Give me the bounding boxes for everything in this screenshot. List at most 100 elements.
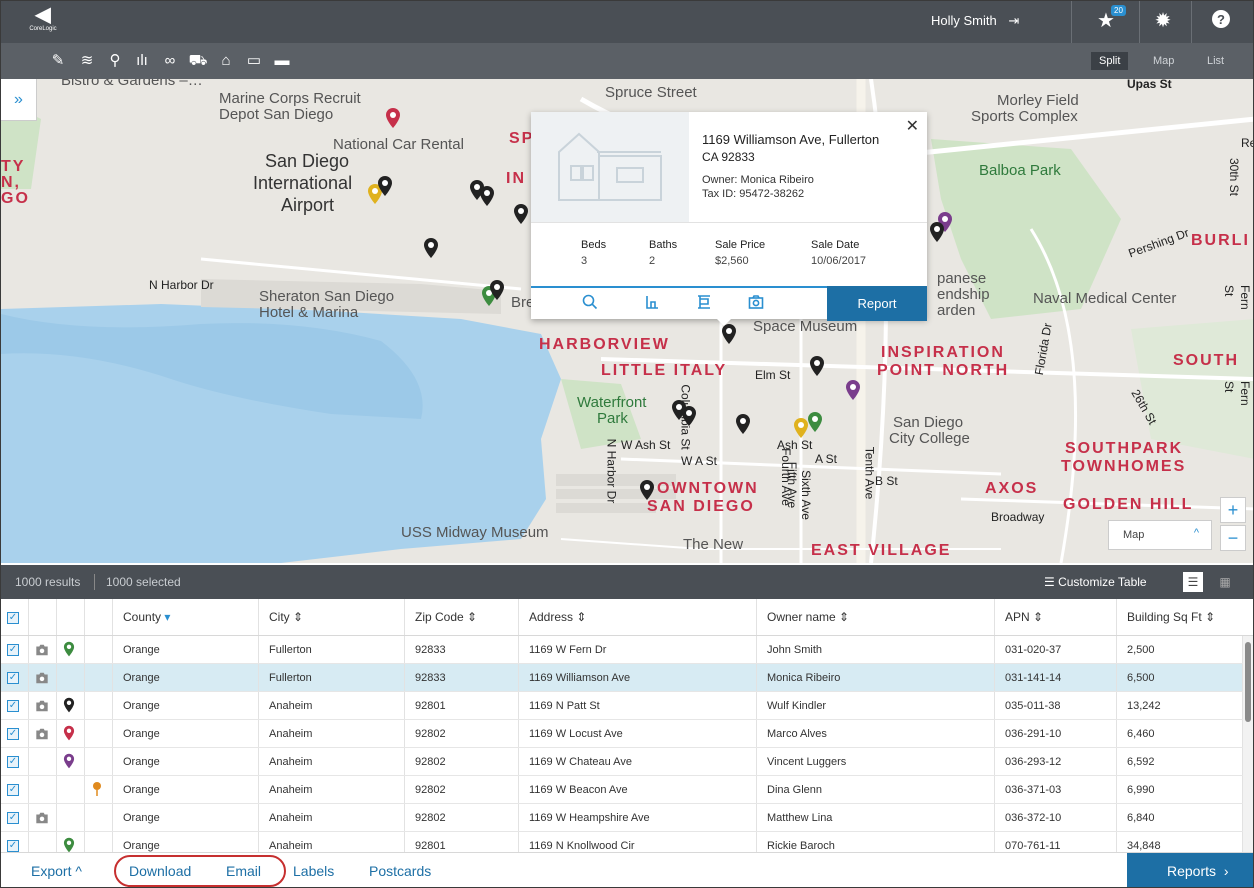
flag-icon[interactable] xyxy=(693,294,715,314)
pin-icon[interactable]: ⚲ xyxy=(102,49,128,73)
camera-col xyxy=(29,720,57,747)
camera-icon[interactable] xyxy=(35,671,49,685)
map-pin[interactable] xyxy=(513,203,529,225)
header-city[interactable]: City ⇕ xyxy=(259,599,405,635)
layers-icon[interactable]: ≋ xyxy=(74,49,100,73)
map-label: City College xyxy=(889,430,970,447)
header-address[interactable]: Address ⇕ xyxy=(519,599,757,635)
map-view[interactable]: » Bistro & Gardens –… Marine Corps Recru… xyxy=(1,79,1253,563)
table-row[interactable]: ✓ Orange Fullerton 92833 1169 Williamson Ave… xyxy=(1,664,1243,692)
row-checkbox[interactable]: ✓ xyxy=(1,804,29,831)
map-pin[interactable] xyxy=(721,323,737,345)
header-building-sqft[interactable]: Building Sq Ft ⇕ xyxy=(1117,599,1253,635)
map-type-select[interactable]: Map ^ xyxy=(1108,520,1212,550)
report-button[interactable]: Report xyxy=(827,286,927,321)
pencil-icon[interactable]: ✎ xyxy=(45,49,71,73)
map-pin-icon[interactable] xyxy=(63,641,75,657)
row-checkbox[interactable]: ✓ xyxy=(1,832,29,852)
popup-owner: Owner: Monica Ribeiro xyxy=(702,174,814,186)
header-county[interactable]: County ▾ xyxy=(113,599,259,635)
map-pin[interactable] xyxy=(809,355,825,377)
table-row[interactable]: ✓ Orange Anaheim 92801 1169 N Knollwood Cir R… xyxy=(1,832,1243,852)
map-compare-icon[interactable]: ⌂ xyxy=(213,49,239,73)
map-pin-icon[interactable] xyxy=(63,753,75,769)
export-menu-button[interactable]: Export ^ xyxy=(31,863,82,879)
ruler-icon[interactable]: ▬ xyxy=(269,49,295,73)
comment-icon[interactable]: ▭ xyxy=(241,49,267,73)
list-view-icon[interactable]: ☰ xyxy=(1183,572,1203,592)
map-label: A St xyxy=(815,452,838,466)
user-menu[interactable]: Holly Smith ⇥ xyxy=(931,13,1019,29)
map-pin[interactable] xyxy=(479,185,495,207)
map-pin-icon[interactable] xyxy=(63,697,75,713)
row-checkbox[interactable]: ✓ xyxy=(1,776,29,803)
table-row[interactable]: ✓ Orange Anaheim 92801 1169 N Patt St Wulf Ki… xyxy=(1,692,1243,720)
zoom-in-button[interactable]: + xyxy=(1220,497,1246,523)
map-pin-icon[interactable] xyxy=(63,725,75,741)
table-scrollbar[interactable] xyxy=(1243,636,1253,852)
map-pin[interactable] xyxy=(377,175,393,197)
map-pin[interactable] xyxy=(385,107,401,129)
email-link[interactable]: Email xyxy=(226,863,261,879)
map-pin[interactable] xyxy=(735,413,751,435)
header-owner[interactable]: Owner name ⇕ xyxy=(757,599,995,635)
select-all-checkbox[interactable]: ✓ xyxy=(1,599,29,635)
map-pin[interactable] xyxy=(681,405,697,427)
table-row[interactable]: ✓ Orange Anaheim 92802 1169 W Heampshire Ave… xyxy=(1,804,1243,832)
row-checkbox[interactable]: ✓ xyxy=(1,720,29,747)
flag-col xyxy=(85,720,113,747)
map-pin[interactable] xyxy=(423,237,439,259)
pushpin-icon[interactable] xyxy=(91,781,103,797)
header-zip[interactable]: Zip Code ⇕ xyxy=(405,599,519,635)
stat-baths: Baths 2 xyxy=(649,239,677,267)
search-icon[interactable] xyxy=(579,294,601,314)
tab-split[interactable]: Split xyxy=(1091,52,1129,70)
map-label: Sixth Ave xyxy=(798,470,813,520)
map-pin[interactable] xyxy=(807,411,823,433)
scrollbar-thumb[interactable] xyxy=(1245,642,1251,722)
row-checkbox[interactable]: ✓ xyxy=(1,692,29,719)
gear-icon[interactable]: ✹ xyxy=(1151,9,1175,33)
camera-icon[interactable] xyxy=(35,811,49,825)
zoom-out-button[interactable]: − xyxy=(1220,525,1246,551)
binoculars-icon[interactable]: ∞ xyxy=(157,49,183,73)
download-link[interactable]: Download xyxy=(129,863,191,879)
map-pin-icon[interactable] xyxy=(63,837,75,852)
map-pin[interactable] xyxy=(845,379,861,401)
camera-icon[interactable] xyxy=(745,294,767,314)
map-pin[interactable] xyxy=(929,221,945,243)
camera-icon[interactable] xyxy=(35,699,49,713)
postcards-link[interactable]: Postcards xyxy=(369,863,431,879)
cell-city: Anaheim xyxy=(259,692,405,719)
cell-city: Anaheim xyxy=(259,832,405,852)
help-icon[interactable]: ? xyxy=(1209,9,1233,33)
car-icon[interactable]: ⛟ xyxy=(185,49,211,73)
chart-icon[interactable]: ılı xyxy=(129,49,155,73)
grid-view-icon[interactable]: ▦ xyxy=(1215,572,1235,592)
logout-icon[interactable]: ⇥ xyxy=(1008,13,1019,28)
tab-map[interactable]: Map xyxy=(1145,52,1182,70)
camera-icon[interactable] xyxy=(35,727,49,741)
popup-address-line2: CA 92833 xyxy=(702,150,755,164)
camera-icon[interactable] xyxy=(35,643,49,657)
flag-col xyxy=(85,748,113,775)
tab-list[interactable]: List xyxy=(1199,52,1232,70)
labels-link[interactable]: Labels xyxy=(293,863,334,879)
header-apn[interactable]: APN ⇕ xyxy=(995,599,1117,635)
row-checkbox[interactable]: ✓ xyxy=(1,748,29,775)
table-row[interactable]: ✓ Orange Fullerton 92833 1169 W Fern Dr John … xyxy=(1,636,1243,664)
table-row[interactable]: ✓ Orange Anaheim 92802 1169 W Beacon Ave Dina… xyxy=(1,776,1243,804)
map-label: Morley Field xyxy=(997,92,1079,109)
comparables-icon[interactable] xyxy=(641,294,663,314)
close-icon[interactable]: ✕ xyxy=(906,116,919,136)
table-row[interactable]: ✓ Orange Anaheim 92802 1169 W Locust Ave Marc… xyxy=(1,720,1243,748)
reports-button[interactable]: Reports › xyxy=(1127,853,1253,887)
row-checkbox[interactable]: ✓ xyxy=(1,636,29,663)
map-pin[interactable] xyxy=(489,279,505,301)
corelogic-logo[interactable]: ◀ CoreLogic xyxy=(23,5,63,39)
map-pin[interactable] xyxy=(639,479,655,501)
expand-sidebar-button[interactable]: » xyxy=(1,79,37,121)
customize-table-button[interactable]: ☰ Customize Table xyxy=(1044,575,1147,589)
table-row[interactable]: ✓ Orange Anaheim 92802 1169 W Chateau Ave Vin… xyxy=(1,748,1243,776)
row-checkbox[interactable]: ✓ xyxy=(1,664,29,691)
